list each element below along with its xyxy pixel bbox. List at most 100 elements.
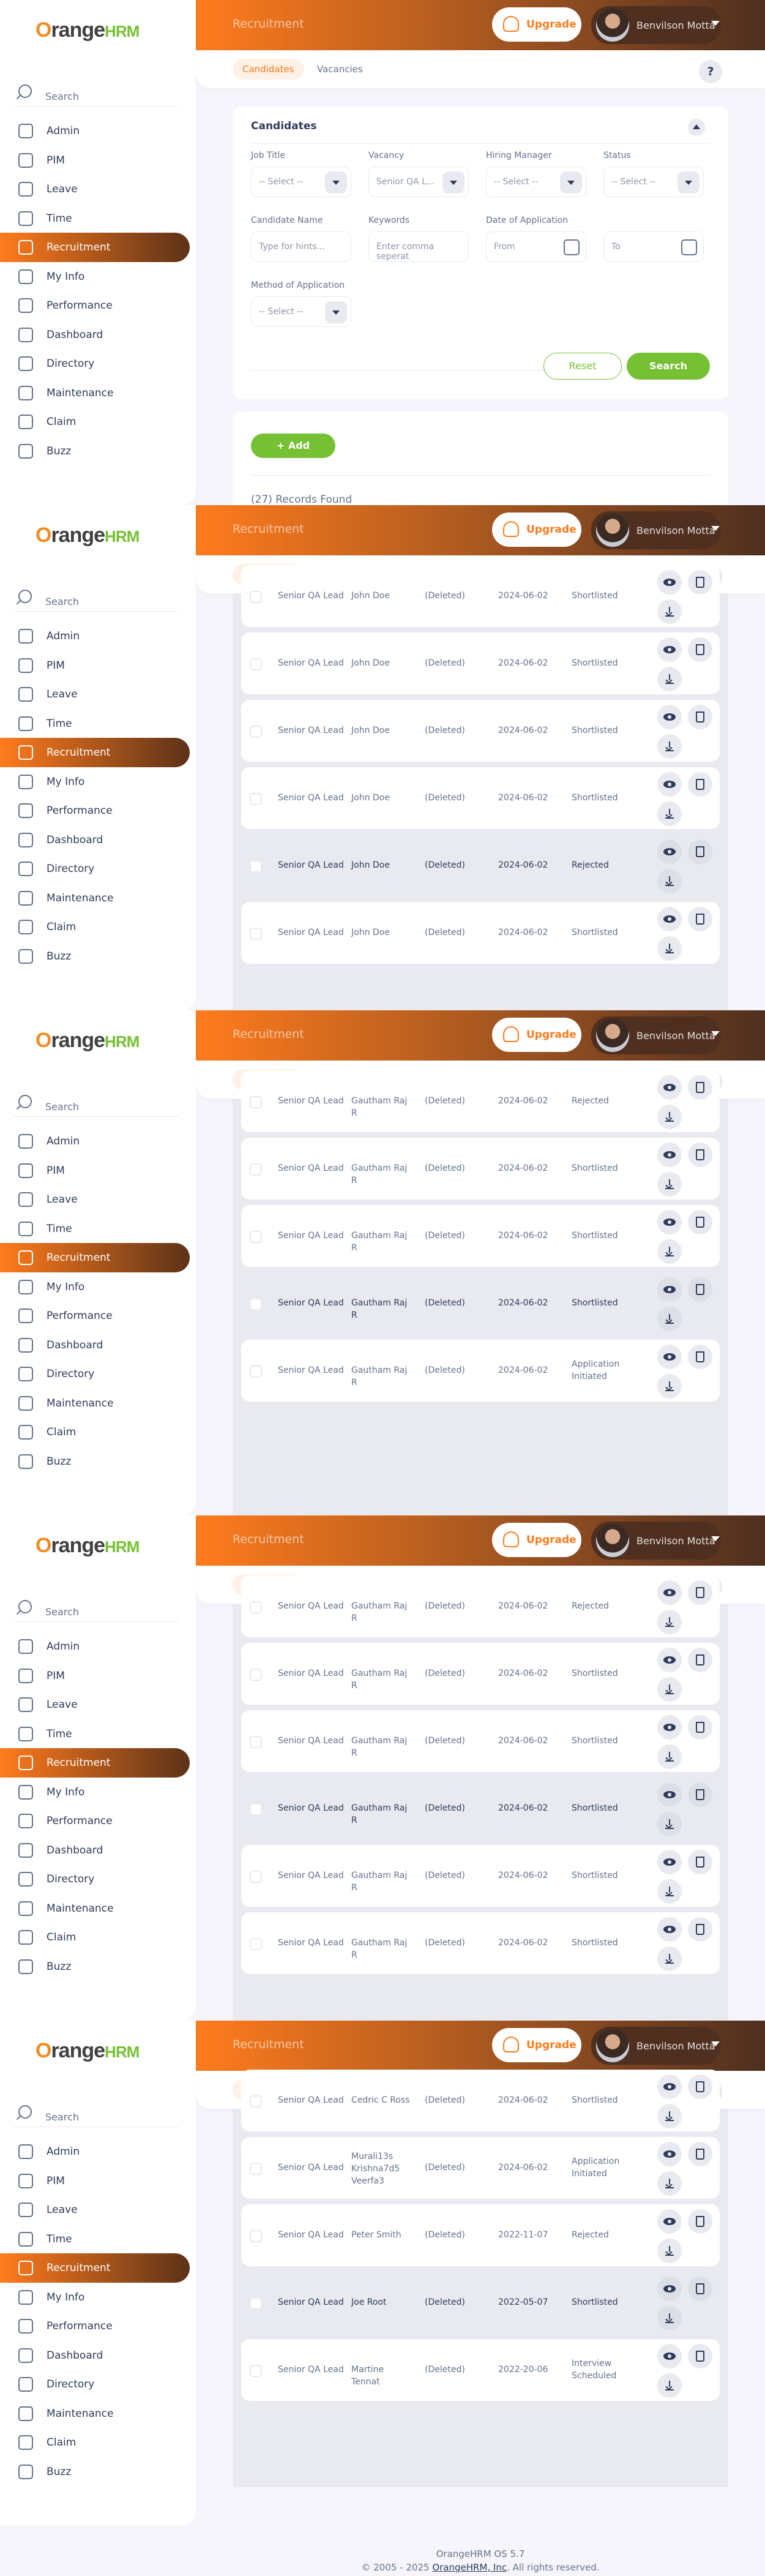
sidebar-item-recruitment[interactable]: Recruitment <box>0 1243 190 1272</box>
sidebar-item-claim[interactable]: Claim <box>15 2428 190 2457</box>
sidebar-item-leave[interactable]: Leave <box>15 2195 190 2225</box>
sidebar-item-dashboard[interactable]: Dashboard <box>15 320 190 350</box>
row-checkbox[interactable] <box>250 928 262 940</box>
download-button[interactable] <box>657 2306 682 2330</box>
table-row[interactable]: Senior QA Lead Martine Tennat (Deleted) 202… <box>241 2339 720 2401</box>
download-button[interactable] <box>657 802 682 826</box>
sidebar-item-maintenance[interactable]: Maintenance <box>15 1389 190 1418</box>
view-button[interactable] <box>657 2277 682 2301</box>
sidebar-item-performance[interactable]: Performance <box>15 2311 190 2341</box>
table-row[interactable]: Senior QA Lead John Doe (Deleted) 2024-06-0… <box>241 767 720 829</box>
delete-button[interactable] <box>688 705 712 729</box>
sidebar-item-performance[interactable]: Performance <box>15 1301 190 1331</box>
delete-button[interactable] <box>688 637 712 662</box>
sidebar-item-my-info[interactable]: My Info <box>15 262 190 291</box>
row-checkbox[interactable] <box>250 1736 262 1748</box>
job-title-select[interactable]: -- Select -- <box>251 167 351 197</box>
sidebar-search[interactable]: Search <box>13 2100 179 2127</box>
view-button[interactable] <box>657 1345 682 1369</box>
view-button[interactable] <box>657 570 682 595</box>
download-button[interactable] <box>657 1677 682 1702</box>
sidebar-item-admin[interactable]: Admin <box>15 2137 190 2166</box>
calendar-icon[interactable] <box>681 239 697 255</box>
sidebar-item-time[interactable]: Time <box>15 1214 190 1244</box>
tab-candidates[interactable]: Candidates <box>233 59 304 80</box>
sidebar-search[interactable]: Search <box>13 1595 179 1622</box>
row-checkbox[interactable] <box>250 1938 262 1950</box>
row-checkbox[interactable] <box>250 2163 262 2175</box>
sidebar-item-leave[interactable]: Leave <box>15 1185 190 1214</box>
keywords-input[interactable]: Enter comma seperat <box>368 231 469 262</box>
sidebar-item-buzz[interactable]: Buzz <box>15 942 190 971</box>
sidebar-item-my-info[interactable]: My Info <box>15 767 190 797</box>
orangehrm-logo[interactable]: OrangeHRM <box>35 1534 140 1558</box>
delete-button[interactable] <box>688 2142 712 2166</box>
add-candidate-button[interactable]: + Add <box>251 434 335 458</box>
row-checkbox[interactable] <box>250 793 262 805</box>
upgrade-button[interactable]: Upgrade <box>492 1523 581 1557</box>
sidebar-item-time[interactable]: Time <box>15 1719 190 1749</box>
sidebar-item-claim[interactable]: Claim <box>15 1418 190 1447</box>
sidebar-item-pim[interactable]: PIM <box>15 2166 190 2196</box>
table-row[interactable]: Senior QA Lead Gautham Raj R (Deleted) 2024… <box>241 1272 720 1334</box>
sidebar-item-pim[interactable]: PIM <box>15 1661 190 1691</box>
table-row[interactable]: Senior QA Lead John Doe (Deleted) 2024-06-0… <box>241 835 720 896</box>
delete-button[interactable] <box>688 1277 712 1302</box>
row-checkbox[interactable] <box>250 1871 262 1883</box>
vacancy-select[interactable]: Senior QA L... <box>368 167 469 197</box>
download-button[interactable] <box>657 599 682 624</box>
sidebar-item-my-info[interactable]: My Info <box>15 1778 190 1807</box>
delete-button[interactable] <box>688 1210 712 1234</box>
table-row[interactable]: Senior QA Lead Gautham Raj R (Deleted) 2024… <box>241 1575 720 1637</box>
sidebar-item-maintenance[interactable]: Maintenance <box>15 1894 190 1923</box>
orangehrm-logo[interactable]: OrangeHRM <box>35 18 140 42</box>
row-checkbox[interactable] <box>250 726 262 738</box>
view-button[interactable] <box>657 637 682 662</box>
sidebar-item-dashboard[interactable]: Dashboard <box>15 2341 190 2370</box>
row-checkbox[interactable] <box>250 1365 262 1378</box>
download-button[interactable] <box>657 869 682 893</box>
orangehrm-logo[interactable]: OrangeHRM <box>35 524 140 547</box>
hiring-manager-select[interactable]: -- Select -- <box>486 167 586 197</box>
collapse-filter-button[interactable] <box>688 119 705 136</box>
tab-vacancies[interactable]: Vacancies <box>307 59 373 80</box>
upgrade-button[interactable]: Upgrade <box>492 2028 581 2062</box>
table-row[interactable]: Senior QA Lead John Doe (Deleted) 2024-06-0… <box>241 565 720 627</box>
sidebar-item-recruitment[interactable]: Recruitment <box>0 233 190 262</box>
sidebar-item-claim[interactable]: Claim <box>15 407 190 437</box>
sidebar-item-leave[interactable]: Leave <box>15 175 190 204</box>
user-dropdown[interactable]: Benvilson Motta <box>591 1522 721 1560</box>
table-row[interactable]: Senior QA Lead Cedric C Ross (Deleted) 2024… <box>241 2070 720 2131</box>
sidebar-search[interactable]: Search <box>13 1090 179 1117</box>
sidebar-item-maintenance[interactable]: Maintenance <box>15 884 190 913</box>
sidebar-search[interactable]: Search <box>13 585 179 612</box>
table-row[interactable]: Senior QA Lead Gautham Raj R (Deleted) 2024… <box>241 1643 720 1705</box>
orangehrm-logo[interactable]: OrangeHRM <box>35 2039 140 2063</box>
sidebar-item-my-info[interactable]: My Info <box>15 1272 190 1302</box>
table-row[interactable]: Senior QA Lead Joe Root (Deleted) 2022-05-0… <box>241 2272 720 2334</box>
delete-button[interactable] <box>688 772 712 797</box>
sidebar-item-recruitment[interactable]: Recruitment <box>0 738 190 767</box>
upgrade-button[interactable]: Upgrade <box>492 1018 581 1052</box>
delete-button[interactable] <box>688 1782 712 1807</box>
table-row[interactable]: Senior QA Lead Murali13s Krishna7d5 Veerf… <box>241 2137 720 2199</box>
download-button[interactable] <box>657 2373 682 2398</box>
table-row[interactable]: Senior QA Lead John Doe (Deleted) 2024-06-0… <box>241 700 720 762</box>
user-dropdown[interactable]: Benvilson Motta <box>591 2027 721 2065</box>
download-button[interactable] <box>657 2104 682 2128</box>
row-checkbox[interactable] <box>250 2230 262 2242</box>
download-button[interactable] <box>657 667 682 691</box>
sidebar-item-claim[interactable]: Claim <box>15 1923 190 1952</box>
reset-button[interactable]: Reset <box>543 353 622 380</box>
date-to-input[interactable]: To <box>603 231 704 262</box>
view-button[interactable] <box>657 1143 682 1167</box>
row-checkbox[interactable] <box>250 1803 262 1816</box>
sidebar-item-pim[interactable]: PIM <box>15 651 190 680</box>
table-row[interactable]: Senior QA Lead Gautham Raj R (Deleted) 2024… <box>241 1138 720 1200</box>
row-checkbox[interactable] <box>250 1231 262 1243</box>
sidebar-item-directory[interactable]: Directory <box>15 349 190 378</box>
sidebar-item-directory[interactable]: Directory <box>15 2370 190 2399</box>
view-button[interactable] <box>657 907 682 931</box>
table-row[interactable]: Senior QA Lead Gautham Raj R (Deleted) 2024… <box>241 1778 720 1839</box>
company-link[interactable]: OrangeHRM, Inc <box>432 2562 507 2573</box>
